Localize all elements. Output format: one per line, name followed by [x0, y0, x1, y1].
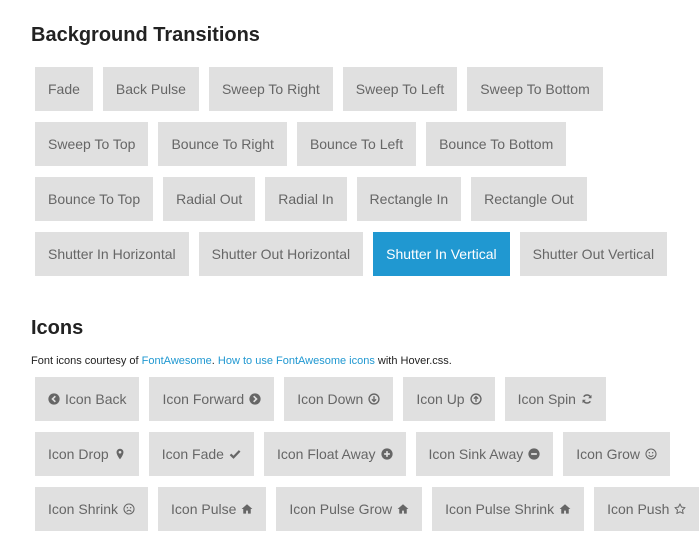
sweep-to-top-button[interactable]: Sweep To Top [35, 122, 149, 166]
sweep-to-left-button[interactable]: Sweep To Left [342, 67, 458, 111]
button-label: Icon Float Away [276, 446, 376, 462]
button-label: Icon Up [416, 391, 465, 407]
minus-circle-icon [528, 448, 540, 460]
button-label: Icon Pulse [171, 501, 237, 517]
rectangle-in-button[interactable]: Rectangle In [356, 177, 462, 221]
button-label: Sweep To Bottom [480, 81, 590, 97]
section-title-background-transitions: Background Transitions [31, 24, 260, 46]
shutter-in-horizontal-button[interactable]: Shutter In Horizontal [35, 232, 189, 276]
chevron-circle-left-icon [48, 393, 60, 405]
button-label: Icon Down [297, 391, 364, 407]
radial-in-button[interactable]: Radial In [265, 177, 347, 221]
button-label: Sweep To Right [221, 81, 320, 97]
chevron-circle-right-icon [249, 393, 261, 405]
icon-rows-row: Icon Shrink Icon Pulse Icon Pulse Grow Icon… [35, 487, 700, 531]
icon-drop-button[interactable]: Icon Drop [35, 432, 139, 476]
sweep-to-bottom-button[interactable]: Sweep To Bottom [467, 67, 603, 111]
icon-push-button[interactable]: Icon Push [594, 487, 700, 531]
button-label: Icon Pulse Grow [289, 501, 393, 517]
home-icon [241, 503, 253, 515]
button-label: Icon Sink Away [428, 446, 524, 462]
button-label: Icon Shrink [48, 501, 119, 517]
credit-prefix: Font icons courtesy of [31, 355, 142, 367]
icon-grow-button[interactable]: Icon Grow [563, 432, 671, 476]
button-label: Sweep To Top [48, 136, 136, 152]
star-outline-icon [674, 503, 686, 515]
bounce-to-left-button[interactable]: Bounce To Left [296, 122, 417, 166]
fontawesome-howto-link[interactable]: How to use FontAwesome icons [218, 355, 375, 367]
button-label: Shutter In Vertical [386, 246, 497, 262]
button-label: Icon Grow [576, 446, 641, 462]
button-label: Icon Pulse Shrink [445, 501, 555, 517]
button-label: Shutter In Horizontal [48, 246, 176, 262]
smile-icon [645, 448, 657, 460]
shutter-out-horizontal-button[interactable]: Shutter Out Horizontal [198, 232, 364, 276]
button-label: Bounce To Bottom [439, 136, 554, 152]
button-label: Icon Push [607, 501, 670, 517]
rectangle-out-button[interactable]: Rectangle Out [471, 177, 587, 221]
icon-fade-button[interactable]: Icon Fade [148, 432, 254, 476]
bg-rows-row: Shutter In Horizontal Shutter Out Horizon… [35, 232, 668, 276]
button-label: Icon Spin [517, 391, 576, 407]
plus-circle-icon [380, 448, 393, 460]
icon-back-button[interactable]: Icon Back [35, 377, 140, 421]
button-label: Rectangle In [369, 191, 449, 207]
button-label: Fade [48, 81, 80, 97]
button-label: Bounce To Top [48, 191, 141, 207]
arrow-circle-up-icon [469, 393, 482, 405]
frown-icon [123, 503, 135, 515]
button-label: Bounce To Right [171, 136, 274, 152]
button-label: Icon Fade [161, 446, 224, 462]
sweep-to-right-button[interactable]: Sweep To Right [208, 67, 333, 111]
button-label: Icon Back [65, 391, 127, 407]
bounce-to-right-button[interactable]: Bounce To Right [158, 122, 287, 166]
button-label: Icon Drop [48, 446, 109, 462]
icon-pulse-shrink-button[interactable]: Icon Pulse Shrink [432, 487, 585, 531]
icon-spin-button[interactable]: Icon Spin [504, 377, 606, 421]
section-title-icons: Icons [31, 317, 84, 339]
home-icon [397, 503, 409, 515]
bounce-to-bottom-button[interactable]: Bounce To Bottom [426, 122, 567, 166]
shutter-in-vertical-button[interactable]: Shutter In Vertical [373, 232, 510, 276]
radial-out-button[interactable]: Radial Out [163, 177, 256, 221]
button-label: Icon Forward [162, 391, 245, 407]
check-icon [229, 448, 241, 460]
icon-rows-row: Icon Drop Icon Fade Icon Float Away Icon Si… [35, 432, 671, 476]
home-icon [559, 503, 571, 515]
bg-rows-row: Fade Back Pulse Sweep To Right Sweep To Lef… [35, 67, 603, 111]
map-marker-icon [114, 448, 126, 460]
bg-rows-row: Bounce To Top Radial Out Radial In Rectangl… [35, 177, 587, 221]
button-label: Shutter Out Vertical [532, 246, 655, 262]
icon-forward-button[interactable]: Icon Forward [149, 377, 275, 421]
icon-pulse-button[interactable]: Icon Pulse [158, 487, 267, 531]
bounce-to-top-button[interactable]: Bounce To Top [35, 177, 154, 221]
icon-credit-text: Font icons courtesy of FontAwesome. How … [31, 355, 452, 367]
icon-rows-row: Icon Back Icon Forward Icon Down Icon Up Ico… [35, 377, 606, 421]
icon-shrink-button[interactable]: Icon Shrink [35, 487, 149, 531]
button-label: Back Pulse [115, 81, 186, 97]
button-label: Radial Out [176, 191, 243, 207]
button-label: Sweep To Left [355, 81, 445, 97]
button-label: Shutter Out Horizontal [211, 246, 351, 262]
shutter-out-vertical-button[interactable]: Shutter Out Vertical [519, 232, 668, 276]
icon-sink-away-button[interactable]: Icon Sink Away [415, 432, 554, 476]
icon-pulse-grow-button[interactable]: Icon Pulse Grow [276, 487, 423, 531]
fade-button[interactable]: Fade [35, 67, 93, 111]
icon-up-button[interactable]: Icon Up [403, 377, 495, 421]
credit-suffix: with Hover.css. [374, 355, 452, 367]
button-label: Bounce To Left [309, 136, 404, 152]
icon-float-away-button[interactable]: Icon Float Away [263, 432, 406, 476]
button-label: Radial In [278, 191, 334, 207]
button-label: Rectangle Out [484, 191, 574, 207]
icon-down-button[interactable]: Icon Down [284, 377, 394, 421]
bg-rows-row: Sweep To Top Bounce To Right Bounce To Lef… [35, 122, 567, 166]
fontawesome-link[interactable]: FontAwesome [142, 355, 212, 367]
arrow-circle-down-icon [368, 393, 380, 405]
refresh-icon [581, 393, 593, 405]
back-pulse-button[interactable]: Back Pulse [102, 67, 199, 111]
